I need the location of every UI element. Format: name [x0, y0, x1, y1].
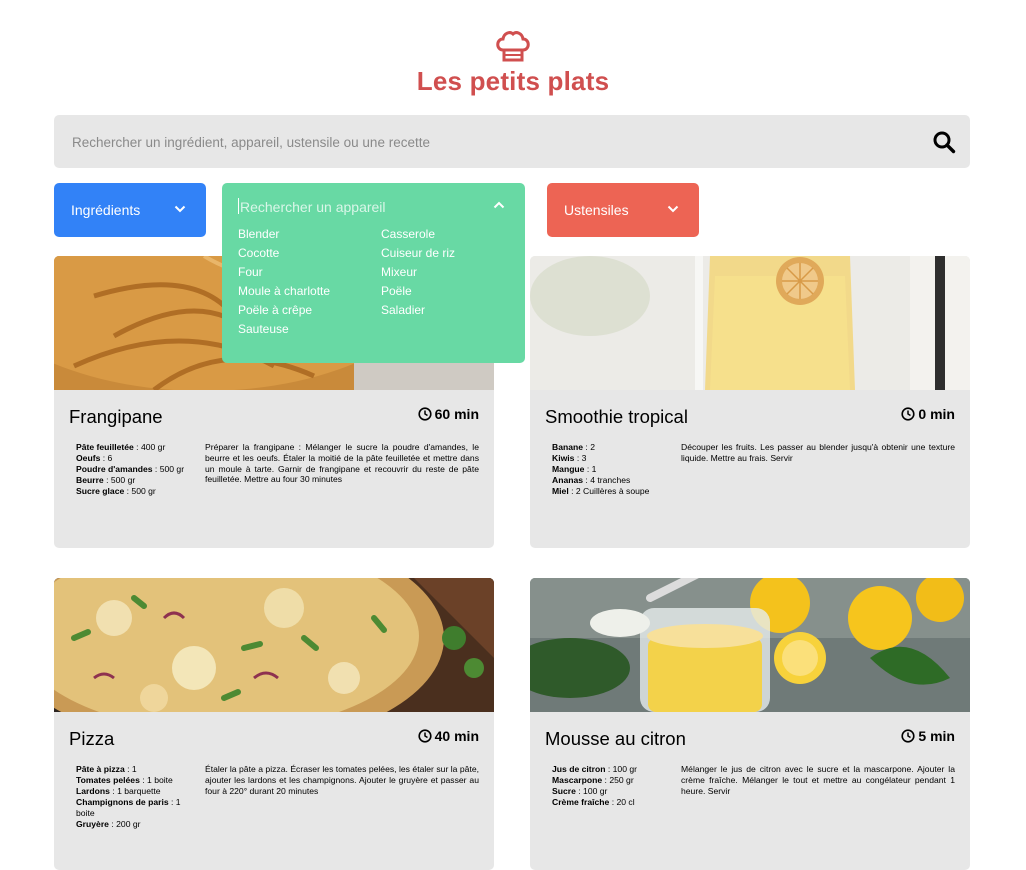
recipe-description: Préparer la frangipane : Mélanger le suc… — [205, 442, 479, 485]
chef-hat-icon — [496, 31, 530, 62]
recipe-card[interactable]: Mousse au citron 5 min Jus de citron : 1… — [530, 578, 970, 870]
appareil-option[interactable]: Casserole — [381, 226, 501, 242]
recipe-title: Frangipane — [69, 406, 163, 427]
appareil-option[interactable]: Moule à charlotte — [238, 283, 381, 299]
ingredient-line: Beurre : 500 gr — [76, 475, 136, 485]
appareils-search-input[interactable] — [238, 195, 482, 219]
recipe-description: Découper les fruits. Les passer au blend… — [681, 442, 955, 463]
ingredient-line: Sucre glace : 500 gr — [76, 486, 156, 496]
recipe-time-value: 5 min — [918, 728, 955, 744]
appareil-option[interactable]: Sauteuse — [238, 321, 381, 337]
appareil-option[interactable]: Cuiseur de riz — [381, 245, 501, 261]
ingredient-line: Pâte feuilletée : 400 gr — [76, 442, 166, 452]
clock-icon — [901, 729, 916, 743]
recipe-ingredients: Pâte feuilletée : 400 gr Oeufs : 6 Poudr… — [76, 442, 201, 497]
ingredient-line: Champignons de paris : 1 boite — [76, 797, 181, 818]
appareil-option[interactable]: Poële — [381, 283, 501, 299]
recipe-title: Mousse au citron — [545, 728, 686, 749]
recipe-ingredients: Jus de citron : 100 gr Mascarpone : 250 … — [552, 764, 677, 808]
appareil-option[interactable]: Saladier — [381, 302, 501, 318]
chevron-down-icon — [667, 205, 679, 213]
recipe-image-pizza — [54, 578, 494, 712]
recipe-time-value: 60 min — [434, 406, 479, 422]
ustensiles-filter-button[interactable]: Ustensiles — [547, 183, 699, 237]
clock-icon — [418, 407, 432, 421]
appareil-option[interactable]: Poële à crêpe — [238, 302, 381, 318]
recipe-time: 40 min — [418, 728, 479, 744]
clock-icon — [418, 729, 432, 743]
recipe-image-mousse-citron — [530, 578, 970, 712]
ingredient-line: Oeufs : 6 — [76, 453, 113, 463]
appareils-options-list: Blender Casserole Cocotte Cuiseur de riz… — [238, 226, 501, 337]
site-header: Les petits plats — [0, 30, 1026, 97]
ingredient-line: Tomates pelées : 1 boite — [76, 775, 173, 785]
chevron-up-icon[interactable] — [493, 201, 505, 209]
text-cursor — [238, 198, 239, 214]
ingredient-line: Crème fraîche : 20 cl — [552, 797, 635, 807]
ustensiles-filter-label: Ustensiles — [564, 202, 629, 218]
ingredients-filter-label: Ingrédients — [71, 202, 141, 218]
main-search-bar — [54, 115, 970, 170]
recipe-card[interactable]: Pizza 40 min Pâte à pizza : 1 Tomates pe… — [54, 578, 494, 870]
recipe-time-value: 0 min — [918, 406, 955, 422]
ingredient-line: Mascarpone : 250 gr — [552, 775, 634, 785]
ingredient-line: Gruyère : 200 gr — [76, 819, 141, 829]
recipe-description: Mélanger le jus de citron avec le sucre … — [681, 764, 955, 796]
ingredient-line: Mangue : 1 — [552, 464, 597, 474]
ingredients-filter-button[interactable]: Ingrédients — [54, 183, 206, 237]
recipe-time: 0 min — [901, 406, 955, 422]
ingredient-line: Lardons : 1 barquette — [76, 786, 161, 796]
appareil-option[interactable]: Four — [238, 264, 381, 280]
recipe-time-value: 40 min — [434, 728, 479, 744]
ingredient-line: Sucre : 100 gr — [552, 786, 608, 796]
ingredient-line: Miel : 2 Cuillères à soupe — [552, 486, 650, 496]
recipe-title: Smoothie tropical — [545, 406, 688, 427]
recipe-description: Étaler la pâte a pizza. Écraser les toma… — [205, 764, 479, 796]
recipe-ingredients: Pâte à pizza : 1 Tomates pelées : 1 boit… — [76, 764, 201, 830]
ingredient-line: Kiwis : 3 — [552, 453, 587, 463]
main-search-input[interactable] — [70, 115, 914, 170]
site-title: Les petits plats — [416, 66, 610, 96]
chevron-down-icon — [174, 205, 186, 213]
recipe-title: Pizza — [69, 728, 115, 749]
recipe-ingredients: Banane : 2 Kiwis : 3 Mangue : 1 Ananas :… — [552, 442, 677, 497]
clock-icon — [901, 407, 916, 421]
search-icon[interactable] — [932, 130, 956, 154]
recipe-card[interactable]: Smoothie tropical 0 min Banane : 2 Kiwis… — [530, 256, 970, 548]
ingredient-line: Ananas : 4 tranches — [552, 475, 631, 485]
recipe-time: 60 min — [418, 406, 479, 422]
recipe-image-smoothie — [530, 256, 970, 390]
appareil-option[interactable]: Blender — [238, 226, 381, 242]
ingredient-line: Jus de citron : 100 gr — [552, 764, 638, 774]
appareil-option[interactable]: Mixeur — [381, 264, 501, 280]
ingredient-line: Poudre d'amandes : 500 gr — [76, 464, 185, 474]
ingredient-line: Banane : 2 — [552, 442, 595, 452]
recipe-time: 5 min — [901, 728, 955, 744]
ingredient-line: Pâte à pizza : 1 — [76, 764, 137, 774]
appareil-option[interactable]: Cocotte — [238, 245, 381, 261]
appareils-filter-dropdown: Blender Casserole Cocotte Cuiseur de riz… — [222, 183, 525, 363]
